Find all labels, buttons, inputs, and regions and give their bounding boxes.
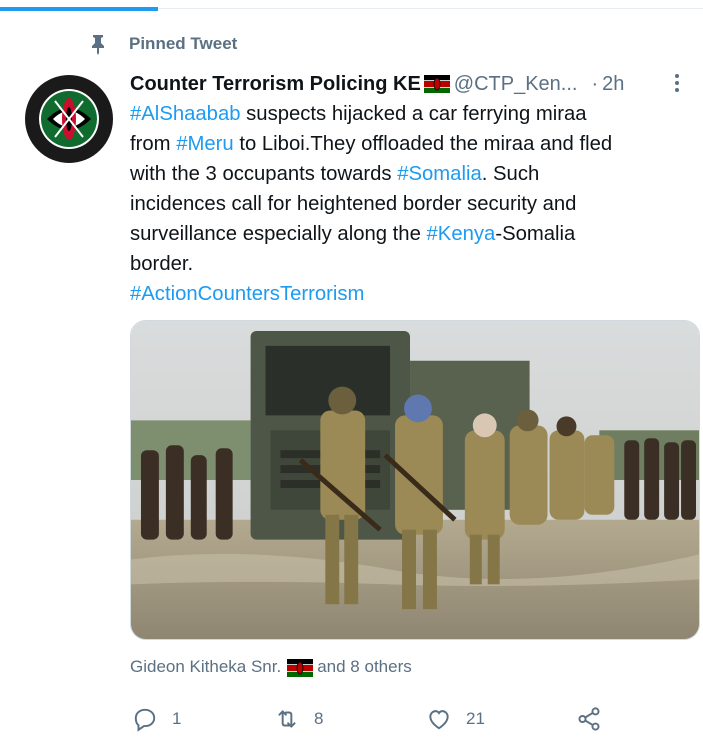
tweet-text-segment: to Liboi.They offloaded the miraa and fl… [233,133,613,155]
tweet-header: Counter Terrorism Policing KE @CTP_Ken..… [130,70,690,98]
tweet-text-line: surveillance especially along the #Kenya… [130,219,695,249]
tweet-text-segment: suspects hijacked a car ferrying miraa [240,103,587,125]
reply-icon [134,708,156,732]
liked-by-name[interactable]: Gideon Kitheka Snr. [130,657,281,677]
retweet-button[interactable]: 8 [274,704,323,734]
tweet-text-line: #AlShaabab suspects hijacked a car ferry… [130,99,695,129]
top-progress [0,0,703,12]
tweet-actions: 1 8 21 [130,704,690,734]
hashtag-link[interactable]: #AlShaabab [130,103,241,125]
tweet-text-segment: . Such [481,163,540,185]
pin-icon [86,32,110,56]
like-count: 21 [466,709,485,728]
pinned-label: Pinned Tweet [129,34,238,53]
pinned-indicator: Pinned Tweet [86,32,237,56]
heart-icon [429,710,449,730]
hashtag-link[interactable]: #ActionCountersTerrorism [130,283,364,305]
avatar[interactable] [22,72,116,166]
tweet-text-segment: from [130,133,177,155]
hashtag-link[interactable]: #Kenya [427,223,496,245]
handle[interactable]: @CTP_Ken... [454,73,578,96]
tweet-text-line: with the 3 occupants towards #Somalia. S… [130,159,695,189]
separator-dot: · [591,72,599,95]
share-button[interactable] [576,704,616,734]
tweet-text-segment: border. [130,253,194,275]
share-icon [578,707,600,731]
more-options-icon[interactable] [668,72,686,94]
timestamp[interactable]: 2h [602,73,624,96]
tweet-text: #AlShaabab suspects hijacked a car ferry… [130,99,695,309]
display-name[interactable]: Counter Terrorism Policing KE [130,73,421,96]
retweet-count: 8 [314,709,324,728]
tweet-text-line: #ActionCountersTerrorism [130,279,695,309]
tweet-text-segment: incidences call for heightened border se… [130,193,577,215]
reply-button[interactable]: 1 [132,704,181,734]
tweet-text-line: incidences call for heightened border se… [130,189,695,219]
tweet-photo[interactable] [130,320,700,640]
tweet-text-segment: surveillance especially along the [130,223,427,245]
hashtag-link[interactable]: #Somalia [397,163,482,185]
liked-by-others[interactable]: and 8 others [317,657,412,677]
tweet-text-segment: -Somalia [495,223,576,245]
kenya-flag-icon [423,75,450,93]
kenya-flag-icon [287,659,314,677]
retweet-icon [278,710,296,728]
tweet-text-line: border. [130,249,695,279]
progress-bar [0,7,159,11]
tweet-text-segment: with the 3 occupants towards [130,163,398,185]
tweet-text-line: from #Meru to Liboi.They offloaded the m… [130,129,695,159]
liked-by-row[interactable]: Gideon Kitheka Snr. and 8 others [130,655,412,679]
like-button[interactable]: 21 [426,704,485,734]
hashtag-link[interactable]: #Meru [176,133,234,155]
reply-count: 1 [172,709,182,728]
